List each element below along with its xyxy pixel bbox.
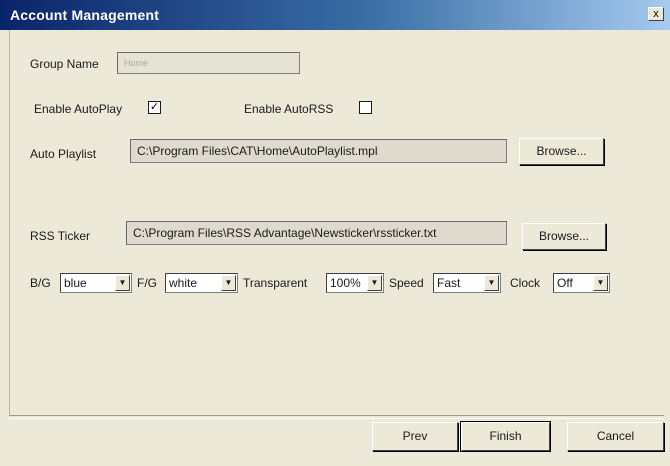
transparent-value: 100% xyxy=(330,276,361,290)
group-name-field[interactable]: Home xyxy=(117,52,300,74)
enable-autorss-checkbox[interactable] xyxy=(359,101,372,114)
window-title: Account Management xyxy=(10,7,160,23)
bg-label: B/G xyxy=(30,276,51,290)
close-icon: x xyxy=(653,8,659,20)
footer-separator xyxy=(9,415,664,419)
bg-color-value: blue xyxy=(64,276,87,290)
rss-ticker-label: RSS Ticker xyxy=(30,229,91,243)
transparent-label: Transparent xyxy=(243,276,308,290)
clock-value: Off xyxy=(557,276,573,290)
fg-color-value: white xyxy=(169,276,198,290)
enable-autorss-label: Enable AutoRSS xyxy=(244,102,334,116)
finish-button[interactable]: Finish xyxy=(460,421,551,452)
chevron-down-icon: ▼ xyxy=(484,275,499,291)
speed-value: Fast xyxy=(437,276,461,290)
cancel-button[interactable]: Cancel xyxy=(567,422,664,451)
bg-color-select[interactable]: blue ▼ xyxy=(60,273,132,293)
enable-autoplay-checkbox[interactable]: ✓ xyxy=(148,101,161,114)
auto-playlist-browse-button[interactable]: Browse... xyxy=(519,138,604,165)
group-name-label: Group Name xyxy=(30,57,99,71)
title-bar[interactable]: Account Management x xyxy=(0,0,670,30)
fg-color-select[interactable]: white ▼ xyxy=(165,273,238,293)
enable-autoplay-label: Enable AutoPlay xyxy=(34,102,123,116)
account-management-dialog: Account Management x Group Name Home Ena… xyxy=(0,0,670,466)
rss-ticker-path-field[interactable]: C:\Program Files\RSS Advantage\Newsticke… xyxy=(126,221,507,245)
chevron-down-icon: ▼ xyxy=(115,275,130,291)
auto-playlist-label: Auto Playlist xyxy=(30,147,97,161)
fg-label: F/G xyxy=(137,276,157,290)
clock-label: Clock xyxy=(510,276,541,290)
speed-select[interactable]: Fast ▼ xyxy=(433,273,501,293)
chevron-down-icon: ▼ xyxy=(593,275,608,291)
chevron-down-icon: ▼ xyxy=(367,275,382,291)
clock-select[interactable]: Off ▼ xyxy=(553,273,610,293)
auto-playlist-path-field[interactable]: C:\Program Files\CAT\Home\AutoPlaylist.m… xyxy=(130,139,507,163)
speed-label: Speed xyxy=(389,276,424,290)
close-button[interactable]: x xyxy=(648,7,664,21)
chevron-down-icon: ▼ xyxy=(221,275,236,291)
rss-ticker-browse-button[interactable]: Browse... xyxy=(522,223,606,250)
prev-button[interactable]: Prev xyxy=(372,422,458,451)
transparent-select[interactable]: 100% ▼ xyxy=(326,273,384,293)
